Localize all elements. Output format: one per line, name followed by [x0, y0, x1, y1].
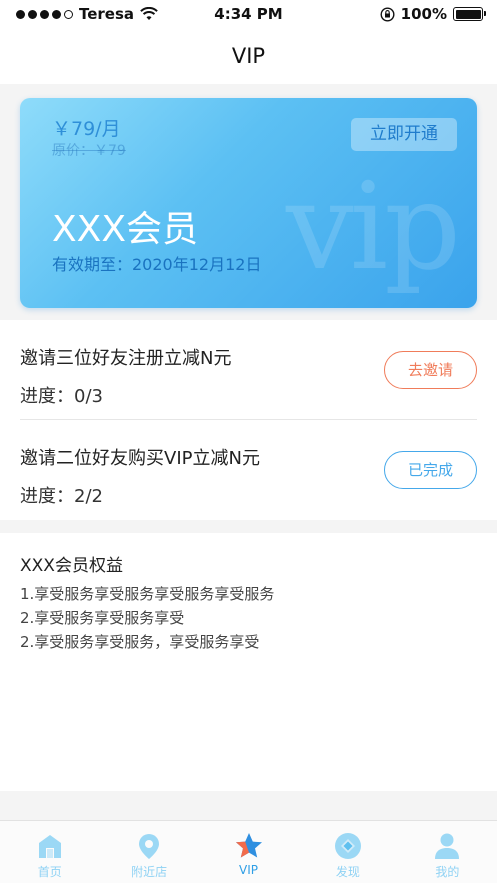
invite-tasks: 邀请三位好友注册立减N元 进度：0/3 去邀请 邀请二位好友购买VIP立减N元 … [0, 320, 497, 520]
vip-card-section: vip ￥79/月 原价：￥79 立即开通 XXX会员 有效期至：2020年12… [0, 84, 497, 320]
tab-home[interactable]: 首页 [0, 821, 99, 883]
profile-icon [435, 833, 460, 859]
member-benefits: XXX会员权益 1.享受服务享受服务享受服务享受服务 2.享受服务享受服务享受 … [0, 533, 497, 791]
task-item: 邀请二位好友购买VIP立减N元 进度：2/2 已完成 [0, 420, 497, 520]
vip-card: vip ￥79/月 原价：￥79 立即开通 XXX会员 有效期至：2020年12… [20, 98, 477, 308]
benefit-item: 1.享受服务享受服务享受服务享受服务 [20, 585, 275, 603]
completed-button[interactable]: 已完成 [384, 451, 477, 489]
benefit-item: 2.享受服务享受服务享受 [20, 609, 185, 627]
star-icon [235, 833, 262, 858]
tab-label: 发现 [335, 865, 360, 879]
tab-nearby-stores[interactable]: 附近店 [99, 821, 198, 883]
task-progress: 进度：0/3 [20, 386, 103, 407]
page-title: VIP [231, 44, 266, 68]
task-item: 邀请三位好友注册立减N元 进度：0/3 去邀请 [0, 320, 497, 420]
nav-bar: VIP [0, 28, 497, 84]
orientation-lock-icon [380, 6, 395, 22]
discover-diamond-icon [334, 833, 361, 859]
vip-watermark: vip [286, 158, 461, 297]
member-title: XXX会员 [52, 209, 198, 250]
battery-percent: 100% [400, 5, 447, 23]
task-title: 邀请三位好友注册立减N元 [20, 348, 232, 369]
tab-label: 附近店 [131, 865, 168, 879]
battery-icon [453, 7, 486, 21]
vip-original-price: 原价：￥79 [52, 143, 126, 159]
vip-price: ￥79/月 [52, 118, 121, 140]
tab-discover[interactable]: 发现 [298, 821, 397, 883]
status-bar: Teresa 4:34 PM 100% [0, 0, 497, 28]
benefits-title: XXX会员权益 [20, 556, 123, 576]
task-progress: 进度：2/2 [20, 486, 103, 507]
tab-vip[interactable]: VIP [199, 821, 298, 883]
membership-expiry: 有效期至：2020年12月12日 [52, 255, 262, 274]
open-now-button[interactable]: 立即开通 [351, 118, 457, 151]
location-pin-icon [139, 834, 160, 859]
home-icon [38, 835, 61, 858]
status-right: 100% [380, 5, 486, 23]
tab-label: VIP [239, 863, 258, 877]
tab-label: 我的 [435, 865, 460, 879]
invite-button[interactable]: 去邀请 [384, 351, 477, 389]
tab-label: 首页 [37, 865, 62, 879]
task-title: 邀请二位好友购买VIP立减N元 [20, 448, 260, 469]
benefit-item: 2.享受服务享受服务，享受服务享受 [20, 633, 260, 651]
tab-bar: 首页 附近店 VIP 发现 我的 [0, 820, 497, 883]
tab-profile[interactable]: 我的 [398, 821, 497, 883]
